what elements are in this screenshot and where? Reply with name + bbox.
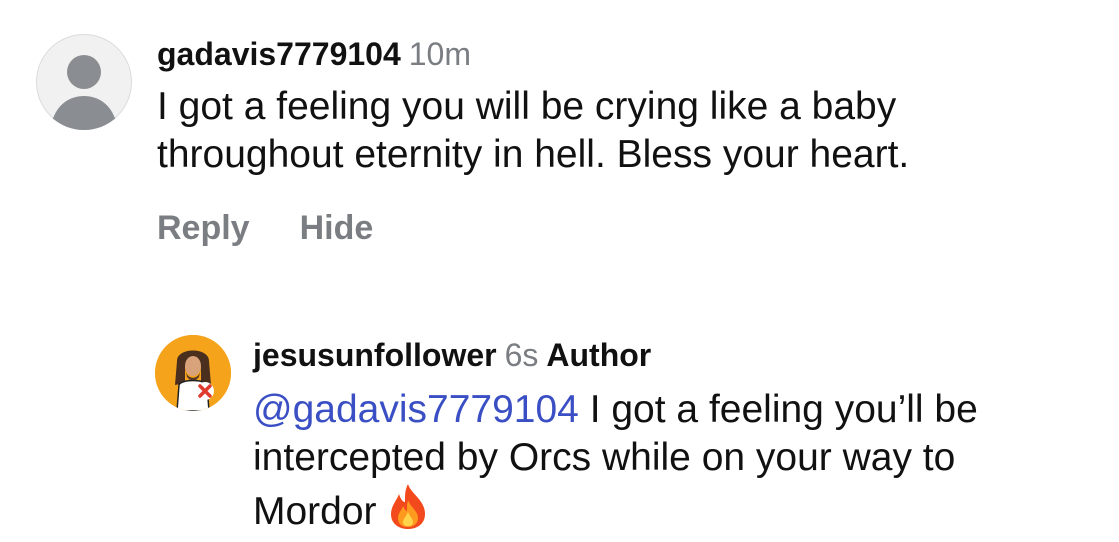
- comment-body: gadavis7779104 10m I got a feeling you wi…: [157, 34, 1057, 248]
- fire-emoji-icon: [387, 482, 429, 542]
- timestamp: 6s: [504, 337, 539, 373]
- comment-text-line: intercepted by Orcs while on your way to: [253, 436, 956, 479]
- reply-button[interactable]: Reply: [157, 209, 250, 248]
- comment-meta: gadavis7779104 10m: [157, 34, 1057, 74]
- comment-meta: jesusunfollower 6s Author: [253, 335, 1113, 375]
- comment-text-line: throughout eternity in hell. Bless your …: [157, 133, 910, 176]
- comment-body: jesusunfollower 6s Author @gadavis7779104 …: [253, 335, 1113, 542]
- comment-text: @gadavis7779104 I got a feeling you’ll b…: [253, 386, 1113, 542]
- comment-text: I got a feeling you will be crying like …: [157, 83, 1057, 179]
- comment-text-line: @gadavis7779104 I got a feeling you’ll b…: [253, 386, 1113, 434]
- comment-text-segment: I got a feeling you’ll be: [578, 388, 978, 431]
- username[interactable]: jesusunfollower: [253, 337, 497, 373]
- comment-text-line: I got a feeling you will be crying like …: [157, 85, 897, 128]
- username[interactable]: gadavis7779104: [157, 36, 401, 72]
- comment-text-line: Mordor: [253, 482, 1113, 542]
- avatar[interactable]: [155, 335, 231, 411]
- avatar[interactable]: [36, 34, 132, 130]
- hide-button[interactable]: Hide: [300, 209, 374, 248]
- comment-actions: Reply Hide: [157, 209, 1057, 248]
- reply-comment: jesusunfollower 6s Author @gadavis7779104 …: [155, 335, 1113, 542]
- author-badge: Author: [546, 337, 652, 373]
- timestamp: 10m: [408, 36, 471, 72]
- default-user-icon: [50, 55, 118, 130]
- mention-link[interactable]: @gadavis7779104: [253, 388, 579, 431]
- comment: gadavis7779104 10m I got a feeling you wi…: [36, 34, 1057, 248]
- comment-text-segment: Mordor: [253, 490, 377, 533]
- jesus-unfollow-avatar-icon: [155, 335, 231, 411]
